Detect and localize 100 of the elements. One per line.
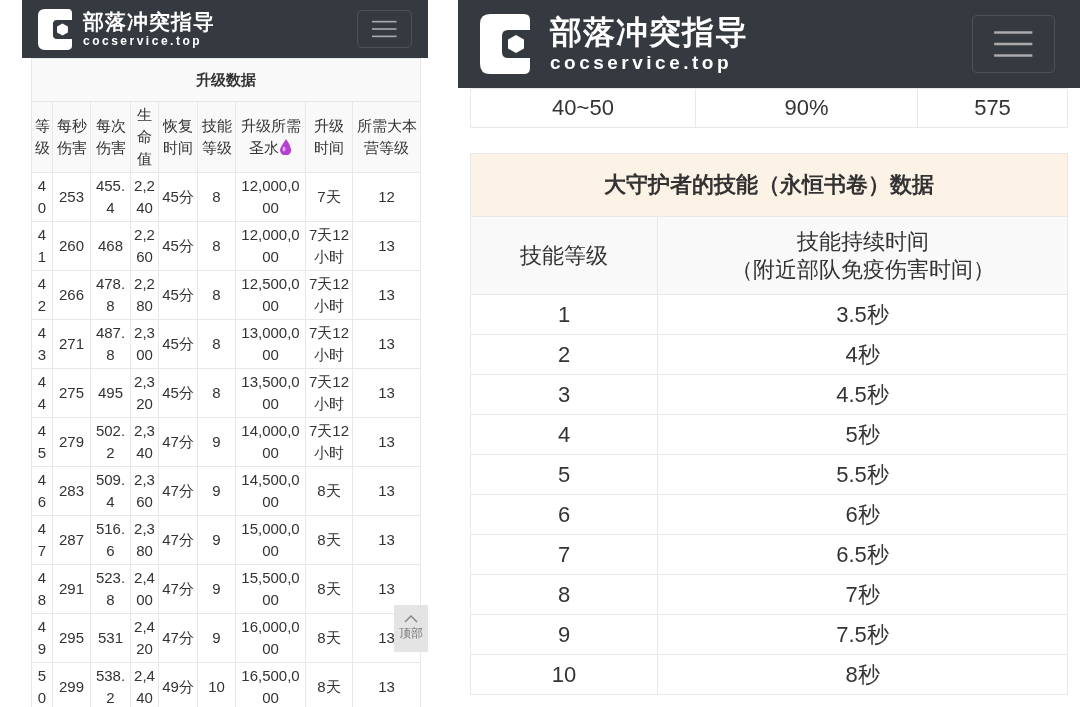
table-cell: 46 (31, 466, 53, 516)
table-cell: 44 (31, 368, 53, 418)
column-header: 所需大本营等级 (352, 101, 421, 173)
table-cell: 45分 (158, 221, 198, 271)
column-header: 等级 (31, 101, 53, 173)
logo-icon[interactable] (480, 14, 530, 74)
table-cell: 45 (31, 417, 53, 467)
table-cell: 3.5秒 (657, 294, 1068, 335)
table-cell: 9 (197, 417, 236, 467)
table-cell: 531 (90, 613, 131, 663)
table-cell: 12,500,000 (235, 270, 306, 320)
table-cell: 8 (197, 270, 236, 320)
column-header: 每次伤害 (90, 101, 131, 173)
table-cell: 8秒 (657, 654, 1068, 695)
table-cell: 7 (470, 534, 658, 575)
column-header: 技能持续时间 （附近部队免疫伤害时间） (657, 216, 1068, 295)
table-cell: 48 (31, 564, 53, 614)
column-header: 技能等级 (470, 216, 658, 295)
table-cell: 287 (52, 515, 91, 565)
table-cell: 47分 (158, 515, 198, 565)
table-cell: 13 (352, 466, 421, 516)
table-cell: 40~50 (470, 88, 696, 128)
table-cell: 291 (52, 564, 91, 614)
table-cell: 275 (52, 368, 91, 418)
table-cell: 8天 (305, 613, 353, 663)
table-cell: 4.5秒 (657, 374, 1068, 415)
table-cell: 7天12小时 (305, 270, 353, 320)
table-cell: 271 (52, 319, 91, 369)
table-title: 升级数据 (31, 58, 421, 102)
table-cell: 12 (352, 172, 421, 222)
table-cell: 49 (31, 613, 53, 663)
table-cell: 47分 (158, 417, 198, 467)
table-cell: 8 (197, 172, 236, 222)
table-cell: 7天12小时 (305, 319, 353, 369)
table-cell: 7天12小时 (305, 221, 353, 271)
table-cell: 13 (352, 515, 421, 565)
table-cell: 14,500,000 (235, 466, 306, 516)
table-cell: 2,300 (130, 319, 159, 369)
table-cell: 12,000,000 (235, 172, 306, 222)
table-cell: 16,000,000 (235, 613, 306, 663)
table-cell: 45分 (158, 319, 198, 369)
table-cell: 10 (470, 654, 658, 695)
table-cell: 4秒 (657, 334, 1068, 375)
table-cell: 575 (917, 88, 1068, 128)
table-cell: 487.8 (90, 319, 131, 369)
menu-button[interactable] (357, 10, 412, 48)
table-cell: 2,400 (130, 564, 159, 614)
table-cell: 47分 (158, 613, 198, 663)
table-cell: 8 (197, 368, 236, 418)
table-cell: 13 (352, 319, 421, 369)
table-cell: 260 (52, 221, 91, 271)
table-cell: 2,420 (130, 613, 159, 663)
table-cell: 495 (90, 368, 131, 418)
site-domain: cocservice.top (550, 51, 734, 75)
table-cell: 42 (31, 270, 53, 320)
table-cell: 15,000,000 (235, 515, 306, 565)
table-cell: 6.5秒 (657, 534, 1068, 575)
table-cell: 40 (31, 172, 53, 222)
table-cell: 6 (470, 494, 658, 535)
site-domain: cocservice.top (83, 33, 204, 49)
table-cell: 9 (197, 613, 236, 663)
logo-icon[interactable] (38, 8, 72, 50)
table-cell: 45分 (158, 368, 198, 418)
column-header: 升级时间 (305, 101, 353, 173)
table-cell: 502.2 (90, 417, 131, 467)
back-to-top-button[interactable]: 顶部 (394, 605, 428, 652)
table-cell: 13 (352, 417, 421, 467)
table-cell: 3 (470, 374, 658, 415)
table-cell: 15,500,000 (235, 564, 306, 614)
site-title[interactable]: 部落冲突指导 (550, 13, 748, 51)
table-cell: 2,340 (130, 417, 159, 467)
table-cell: 47分 (158, 466, 198, 516)
column-header: 生命值 (130, 101, 159, 173)
table-cell: 8 (197, 319, 236, 369)
table-cell: 8 (197, 221, 236, 271)
table-cell: 7秒 (657, 574, 1068, 615)
table-cell: 266 (52, 270, 91, 320)
table-cell: 12,000,000 (235, 221, 306, 271)
table-cell: 13 (352, 368, 421, 418)
table-cell: 8 (470, 574, 658, 615)
table-cell: 455.4 (90, 172, 131, 222)
table-cell: 2,320 (130, 368, 159, 418)
table-cell: 2,240 (130, 172, 159, 222)
table-cell: 478.8 (90, 270, 131, 320)
menu-button[interactable] (972, 15, 1055, 73)
table-cell: 47 (31, 515, 53, 565)
table-cell: 2,260 (130, 221, 159, 271)
column-header: 恢复时间 (158, 101, 198, 173)
column-header: 每秒伤害 (52, 101, 91, 173)
table-cell: 2,380 (130, 515, 159, 565)
table-cell: 2 (470, 334, 658, 375)
table-cell: 9 (197, 466, 236, 516)
table-cell: 14,000,000 (235, 417, 306, 467)
site-title[interactable]: 部落冲突指导 (83, 9, 215, 34)
table-cell: 8天 (305, 564, 353, 614)
table-cell: 8天 (305, 466, 353, 516)
table-title: 大守护者的技能（永恒书卷）数据 (470, 153, 1068, 217)
table-cell: 509.4 (90, 466, 131, 516)
table-cell: 253 (52, 172, 91, 222)
table-cell: 7.5秒 (657, 614, 1068, 655)
